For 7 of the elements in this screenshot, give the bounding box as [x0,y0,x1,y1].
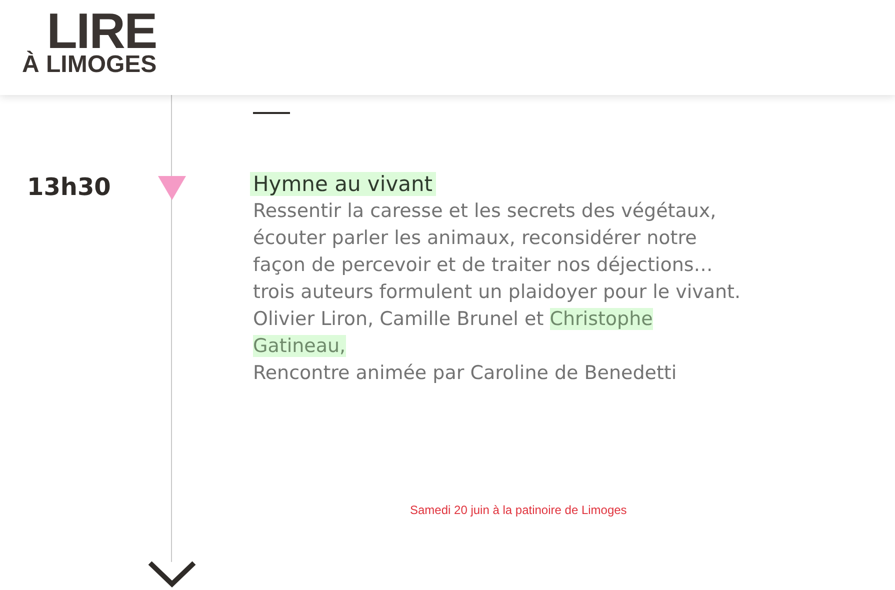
event-description: Ressentir la caresse et les secrets des végétaux, écouter parler les animaux, reconsidérer notre façon de percevoir et de traiter nos déjections… trois auteurs formulent un plaidoyer pour le vivant. Olivier Liron, Camille Brunel et Christophe Gatineau, Rencontre animée par Caroline de Benedetti [253,199,741,386]
event-date-note: Samedi 20 juin à la patinoire de Limoges [410,503,628,517]
chevron-down-icon[interactable] [147,560,197,588]
event-time: 13h30 [27,173,112,201]
triangle-marker-icon [158,176,186,200]
event-title: Hymne au vivant [250,172,436,196]
logo[interactable]: LIRE À LIMOGES [22,9,157,76]
